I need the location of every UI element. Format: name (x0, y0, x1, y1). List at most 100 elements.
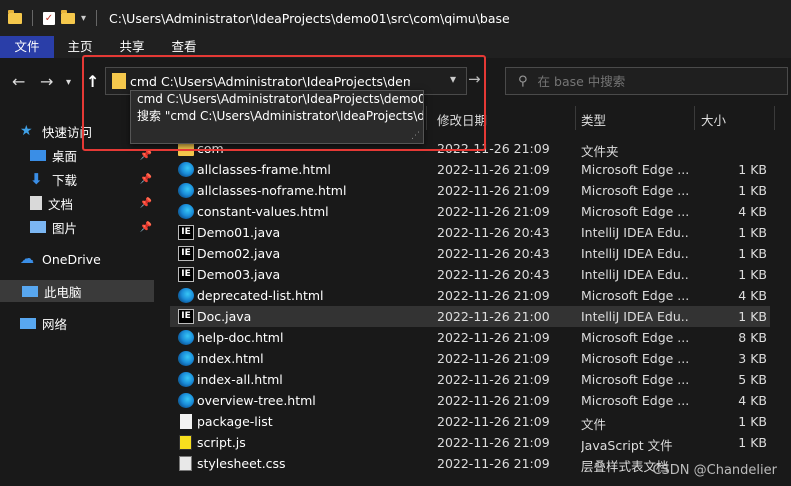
tab-file[interactable]: 文件 (0, 36, 54, 58)
address-dropdown-chevron-down-icon[interactable]: ▾ (450, 72, 456, 86)
file-date: 2022-11-26 21:09 (437, 330, 550, 345)
file-size: 8 KB (738, 330, 767, 345)
folder-icon (112, 73, 126, 89)
file-type: IntelliJ IDEA Edu... (581, 267, 689, 282)
file-name: package-list (197, 414, 273, 429)
pin-icon[interactable]: 📌 (140, 222, 152, 233)
pin-icon[interactable]: 📌 (140, 198, 152, 209)
file-row[interactable]: allclasses-frame.html 2022-11-26 21:09 M… (170, 159, 770, 180)
file-row[interactable]: allclasses-noframe.html 2022-11-26 21:09… (170, 180, 770, 201)
edge-icon (178, 393, 194, 408)
tab-home[interactable]: 主页 (54, 36, 106, 58)
file-size: 1 KB (738, 435, 767, 450)
computer-icon (22, 285, 38, 297)
file-row[interactable]: deprecated-list.html 2022-11-26 21:09 Mi… (170, 285, 770, 306)
sidebar-item-this-pc[interactable]: 此电脑 (0, 280, 154, 302)
resize-grip-icon[interactable]: ⋰ (411, 131, 420, 141)
column-divider[interactable] (774, 106, 775, 130)
folder-icon (8, 9, 22, 24)
file-name: Demo02.java (197, 246, 281, 261)
file-row[interactable]: constant-values.html 2022-11-26 21:09 Mi… (170, 201, 770, 222)
file-row[interactable]: help-doc.html 2022-11-26 21:09 Microsoft… (170, 327, 770, 348)
file-row[interactable]: overview-tree.html 2022-11-26 21:09 Micr… (170, 390, 770, 411)
file-type: 文件夹 (581, 144, 619, 159)
file-type: Microsoft Edge ... (581, 351, 689, 366)
suggestion-item[interactable]: cmd C:\Users\Administrator\IdeaProjects\… (131, 91, 423, 108)
file-name: Demo03.java (197, 267, 281, 282)
file-row[interactable]: package-list 2022-11-26 21:09 文件 1 KB (170, 411, 770, 432)
file-size: 1 KB (738, 267, 767, 282)
back-arrow-icon[interactable]: ← (12, 72, 25, 91)
suggestion-item[interactable]: 搜索 "cmd C:\Users\Administrator\IdeaProje… (131, 108, 423, 125)
column-header-type[interactable]: 类型 (581, 110, 606, 129)
intellij-icon: IE (178, 309, 194, 324)
up-arrow-icon[interactable]: ↑ (86, 72, 99, 91)
toolbar-divider (32, 10, 33, 26)
javascript-icon (179, 435, 192, 450)
pin-icon[interactable]: 📌 (140, 150, 152, 161)
column-divider[interactable] (426, 106, 427, 130)
css-icon (179, 456, 192, 471)
file-size: 3 KB (738, 351, 767, 366)
vertical-scrollbar[interactable] (787, 104, 791, 486)
file-name: overview-tree.html (197, 393, 316, 408)
file-date: 2022-11-26 20:43 (437, 225, 550, 240)
sidebar-item-documents[interactable]: 文档 📌 (30, 192, 158, 214)
tab-view[interactable]: 查看 (158, 36, 210, 58)
new-folder-icon[interactable] (61, 9, 75, 24)
cloud-icon: ☁ (20, 251, 34, 267)
customize-toolbar-chevron-down-icon[interactable]: ▾ (81, 13, 86, 24)
sidebar-item-label: 快速访问 (42, 124, 93, 140)
file-row[interactable]: IE Demo01.java 2022-11-26 20:43 IntelliJ… (170, 222, 770, 243)
file-type: IntelliJ IDEA Edu... (581, 246, 689, 261)
address-input[interactable] (130, 73, 410, 89)
column-header-date[interactable]: 修改日期 (437, 110, 487, 129)
recent-locations-chevron-down-icon[interactable]: ▾ (66, 77, 71, 88)
sidebar-item-downloads[interactable]: ⬇ 下载 📌 (30, 168, 158, 190)
file-date: 2022-11-26 21:00 (437, 309, 550, 324)
column-header-size[interactable]: 大小 (701, 110, 726, 129)
file-date: 2022-11-26 21:09 (437, 414, 550, 429)
picture-icon (30, 221, 46, 233)
sidebar-item-onedrive[interactable]: ☁ OneDrive (20, 248, 178, 270)
navigation-pane: ★ 快速访问 桌面 📌 ⬇ 下载 📌 文档 📌 图片 📌 ☁ OneDrive … (0, 104, 160, 486)
star-icon: ★ (20, 123, 33, 139)
sidebar-item-label: 网络 (42, 316, 68, 332)
search-input[interactable] (535, 72, 760, 90)
title-bar: ✓ ▾ C:\Users\Administrator\IdeaProjects\… (0, 0, 791, 36)
file-date: 2022-11-26 21:09 (437, 204, 550, 219)
sidebar-item-network[interactable]: 网络 (20, 312, 178, 334)
pin-icon[interactable]: 📌 (140, 174, 152, 185)
sidebar-item-label: 下载 (52, 172, 78, 188)
file-name: index.html (197, 351, 264, 366)
file-row[interactable]: index-all.html 2022-11-26 21:09 Microsof… (170, 369, 770, 390)
properties-icon[interactable]: ✓ (43, 11, 55, 25)
download-icon: ⬇ (30, 170, 43, 188)
edge-icon (178, 372, 194, 387)
file-date: 2022-11-26 21:09 (437, 351, 550, 366)
edge-icon (178, 183, 194, 198)
sidebar-item-desktop[interactable]: 桌面 📌 (30, 144, 158, 166)
search-box[interactable]: ⚲ (505, 67, 788, 95)
file-row[interactable]: index.html 2022-11-26 21:09 Microsoft Ed… (170, 348, 770, 369)
file-size: 1 KB (738, 225, 767, 240)
file-name: stylesheet.css (197, 456, 286, 471)
file-name: deprecated-list.html (197, 288, 324, 303)
sidebar-item-pictures[interactable]: 图片 📌 (30, 216, 158, 238)
file-row[interactable]: IE Demo03.java 2022-11-26 20:43 IntelliJ… (170, 264, 770, 285)
tab-share[interactable]: 共享 (106, 36, 158, 58)
go-arrow-icon[interactable]: → (468, 70, 481, 88)
file-name: constant-values.html (197, 204, 329, 219)
ribbon-tabs: 文件 主页 共享 查看 (0, 36, 791, 58)
quick-access-toolbar: ✓ ▾ (8, 9, 101, 26)
file-type: IntelliJ IDEA Edu... (581, 309, 689, 324)
column-divider[interactable] (694, 106, 695, 130)
document-icon (30, 196, 42, 210)
sidebar-item-label: 桌面 (52, 148, 78, 164)
file-row[interactable]: IE Demo02.java 2022-11-26 20:43 IntelliJ… (170, 243, 770, 264)
file-row[interactable]: script.js 2022-11-26 21:09 JavaScript 文件… (170, 432, 770, 453)
column-divider[interactable] (575, 106, 576, 130)
file-row-selected[interactable]: IE Doc.java 2022-11-26 21:00 IntelliJ ID… (170, 306, 770, 327)
forward-arrow-icon[interactable]: → (40, 72, 53, 91)
search-icon: ⚲ (518, 73, 528, 89)
